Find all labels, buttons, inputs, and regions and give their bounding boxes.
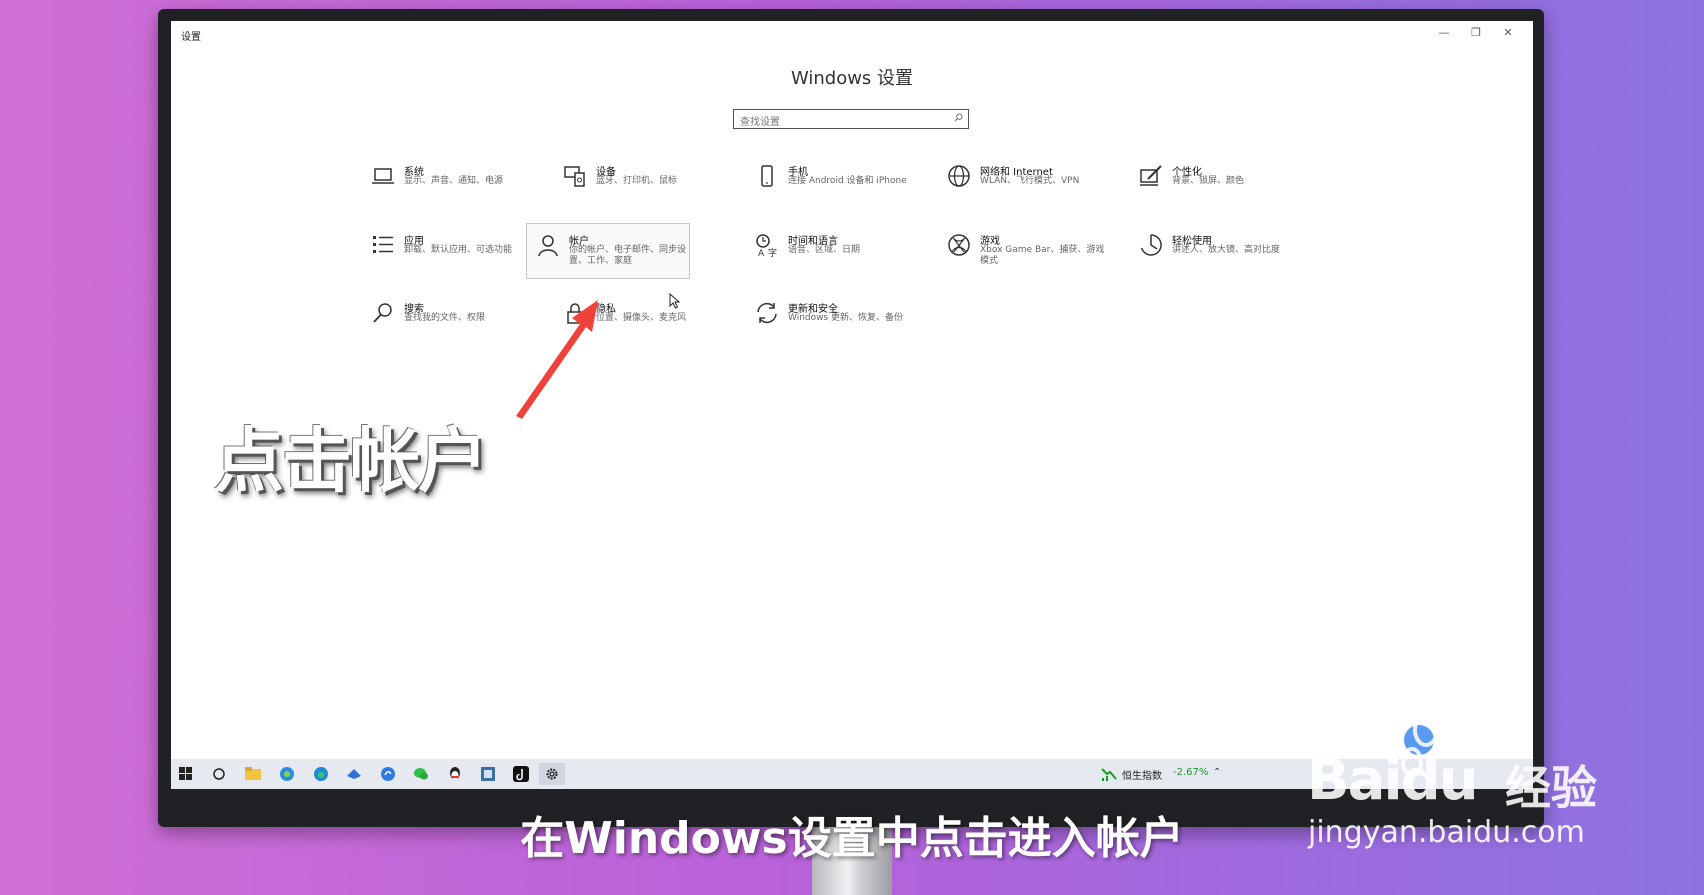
red-arrow-icon xyxy=(516,300,598,419)
tile-desc: 蓝牙、打印机、鼠标 xyxy=(596,176,678,186)
tile-desc: 显示、声音、通知、电源 xyxy=(404,176,504,186)
minimize-button[interactable]: — xyxy=(1429,24,1459,42)
tile-gaming[interactable]: 游戏 Xbox Game Bar、捕获、游戏模式 xyxy=(938,224,1116,282)
qq-icon[interactable] xyxy=(442,763,468,785)
tile-desc: 语音、区域、日期 xyxy=(788,245,861,255)
tile-desc: 卸载、默认应用、可选功能 xyxy=(404,245,513,255)
tile-update-security[interactable]: 更新和安全 Windows 更新、恢复、备份 xyxy=(746,292,924,350)
watermark-url: jingyan.baidu.com xyxy=(1308,815,1585,850)
tile-network[interactable]: 网络和 Internet WLAN、飞行模式、VPN xyxy=(938,155,1116,213)
tile-desc: Windows 更新、恢复、备份 xyxy=(788,313,904,323)
browser-icon[interactable] xyxy=(274,763,300,785)
tile-desc: Xbox Game Bar、捕获、游戏模式 xyxy=(980,245,1105,266)
laptop-icon xyxy=(372,168,394,184)
settings-icon[interactable] xyxy=(539,763,565,785)
wechat-icon[interactable] xyxy=(408,763,434,785)
tile-phone[interactable]: 手机 连接 Android 设备和 iPhone xyxy=(746,155,924,213)
phone-icon xyxy=(761,165,773,187)
tile-desc: WLAN、飞行模式、VPN xyxy=(980,176,1080,186)
personalization-icon xyxy=(1140,165,1162,186)
tile-system[interactable]: 系统 显示、声音、通知、电源 xyxy=(362,155,540,213)
tile-desc: 位置、摄像头、麦克风 xyxy=(596,313,687,323)
close-button[interactable]: ✕ xyxy=(1493,24,1523,42)
apps-list-icon xyxy=(373,236,393,253)
tile-time-language[interactable]: A 字 时间和语言 语音、区域、日期 xyxy=(746,224,924,282)
annotation-text: 点击帐户 xyxy=(214,420,488,502)
person-icon xyxy=(538,235,558,257)
tile-desc: 讲述人、放大镜、高对比度 xyxy=(1172,245,1281,255)
update-icon xyxy=(757,302,777,324)
search-input[interactable]: 查找设置 xyxy=(733,109,969,129)
stock-name: 恒生指数 xyxy=(1122,771,1162,782)
tile-devices[interactable]: 设备 蓝牙、打印机、鼠标 xyxy=(554,155,732,213)
tile-ease-of-access[interactable]: 轻松使用 讲述人、放大镜、高对比度 xyxy=(1130,224,1308,282)
stock-chart-icon xyxy=(1101,768,1117,781)
tile-desc: 背景、锁屏、颜色 xyxy=(1172,176,1245,186)
app-icon[interactable] xyxy=(375,763,401,785)
maximize-button[interactable]: ❐ xyxy=(1461,24,1491,42)
windows-start-icon[interactable] xyxy=(173,763,199,785)
tile-desc: 你的帐户、电子邮件、同步设置、工作、家庭 xyxy=(569,245,687,266)
svg-text:字: 字 xyxy=(768,247,777,258)
search-placeholder: 查找设置 xyxy=(740,117,780,128)
edge-icon[interactable] xyxy=(308,763,334,785)
tile-desc: 连接 Android 设备和 iPhone xyxy=(788,176,907,186)
watermark-logo: Baidu xyxy=(1307,748,1479,813)
mouse-cursor-icon xyxy=(669,293,681,309)
globe-icon xyxy=(948,165,970,187)
devices-icon xyxy=(564,166,585,187)
window-title: 设置 xyxy=(181,32,201,43)
xbox-icon xyxy=(948,234,970,256)
file-explorer-icon[interactable] xyxy=(240,763,266,785)
tile-accounts[interactable]: 帐户 你的帐户、电子邮件、同步设置、工作、家庭 xyxy=(526,223,690,279)
tile-apps[interactable]: 应用 卸载、默认应用、可选功能 xyxy=(362,224,540,282)
ease-of-access-icon xyxy=(1140,234,1162,256)
time-language-icon: A 字 xyxy=(756,234,777,258)
stock-change: -2.67% xyxy=(1173,767,1209,778)
search-icon xyxy=(373,303,392,323)
page-title: Windows 设置 xyxy=(790,68,914,89)
app-icon[interactable] xyxy=(475,763,501,785)
tile-personalization[interactable]: 个性化 背景、锁屏、颜色 xyxy=(1130,155,1308,213)
search-icon xyxy=(954,113,963,122)
svg-text:A: A xyxy=(758,249,765,258)
app-icon[interactable] xyxy=(341,763,367,785)
watermark-jingyan: 经验 xyxy=(1505,761,1597,815)
chevron-up-icon[interactable]: ⌃ xyxy=(1213,767,1221,778)
tiktok-icon[interactable] xyxy=(508,763,534,785)
cortana-icon[interactable] xyxy=(206,763,232,785)
